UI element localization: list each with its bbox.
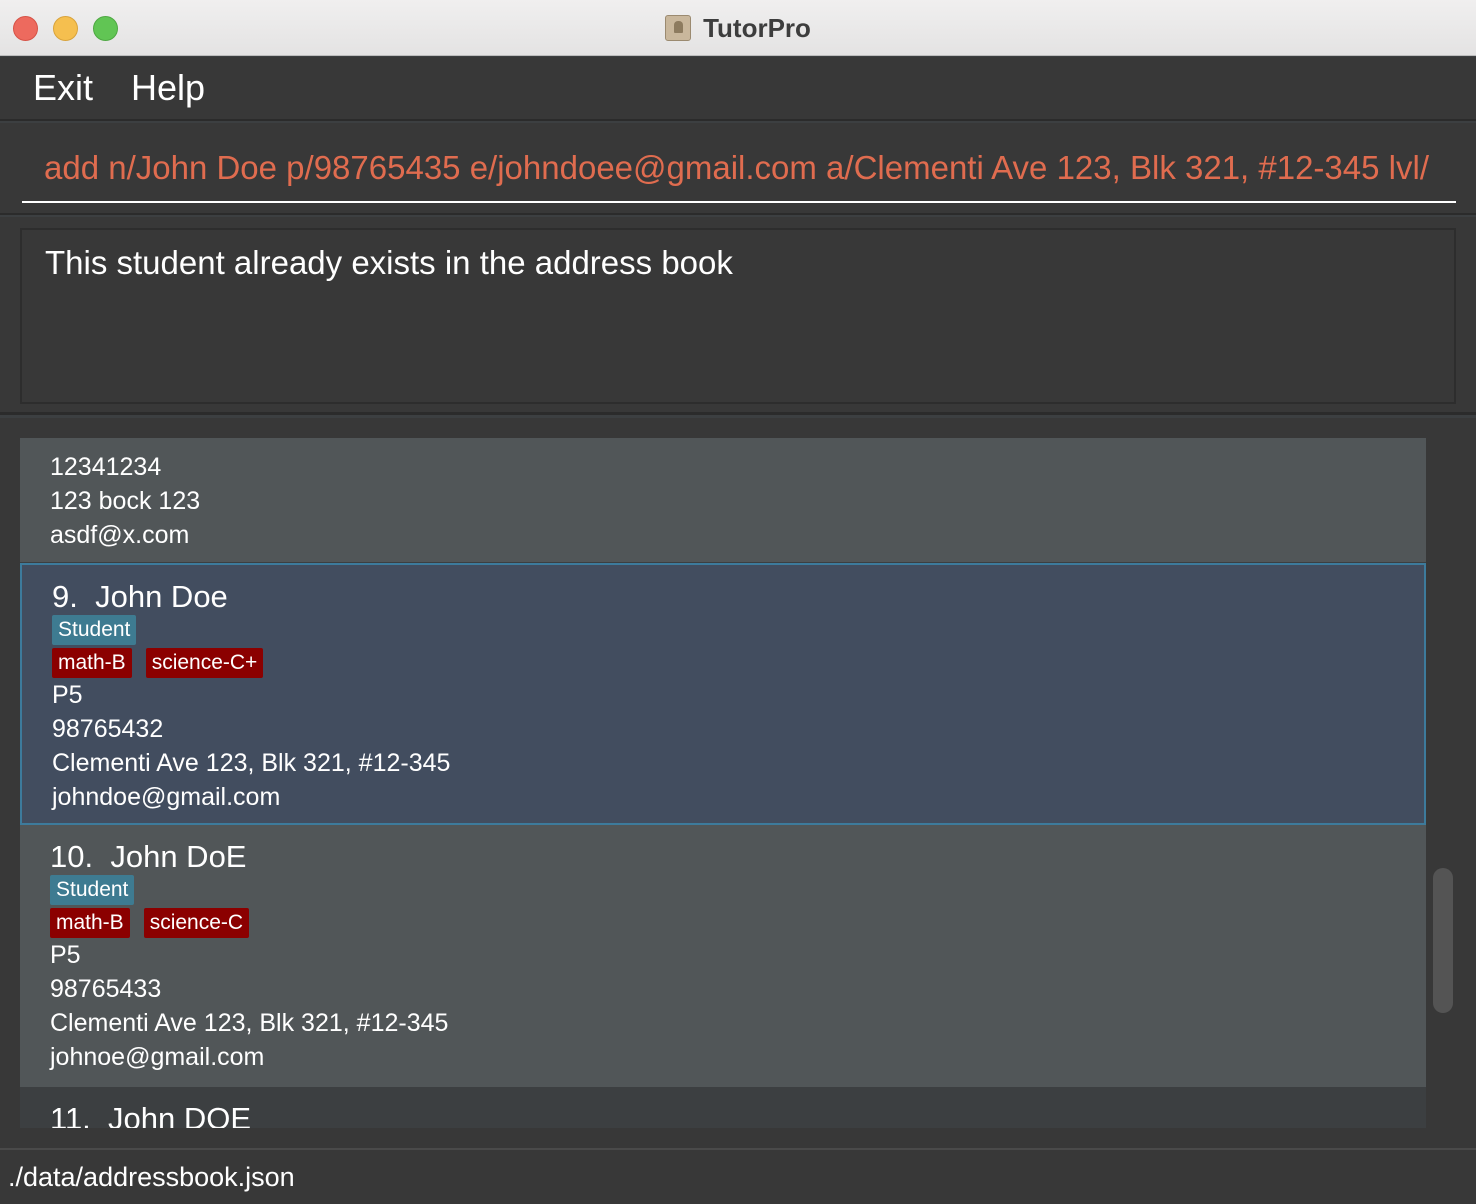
list-item-selected[interactable]: 9. John Doe Student math-B science-C+ P5…	[20, 563, 1426, 825]
student-phone: 98765432	[52, 715, 164, 743]
role-tags: Student	[52, 615, 137, 645]
student-level: P5	[52, 681, 83, 709]
student-email: johndoe@gmail.com	[52, 783, 281, 811]
subject-tags: math-B science-C+	[52, 648, 264, 678]
subject-tag: math-B	[50, 908, 130, 938]
role-tags: Student	[50, 875, 135, 905]
menu-exit[interactable]: Exit	[33, 67, 93, 109]
student-email: johnoe@gmail.com	[50, 1043, 265, 1071]
list-item[interactable]: P5 12341234 123 bock 123 asdf@x.com	[20, 438, 1426, 562]
window-title: TutorPro	[703, 12, 811, 43]
student-name-line: 9. John Doe	[52, 579, 228, 615]
contacts-app-icon	[665, 15, 692, 41]
menu-bar: Exit Help	[0, 57, 1476, 121]
title-bar: TutorPro	[0, 0, 1476, 56]
student-name: John DoE	[110, 839, 247, 874]
result-message: This student already exists in the addre…	[20, 228, 1456, 404]
result-display-area: This student already exists in the addre…	[0, 217, 1476, 415]
subject-tag: science-C	[143, 908, 250, 938]
student-list-panel: P5 12341234 123 bock 123 asdf@x.com 9. J…	[0, 418, 1476, 1148]
student-level: P5	[50, 438, 81, 445]
app-window: TutorPro Exit Help add n/John Doe p/9876…	[0, 0, 1476, 1204]
student-name: John Doe	[95, 579, 228, 614]
subject-tags: math-B science-C	[50, 908, 250, 938]
student-phone: 98765433	[50, 975, 162, 1003]
student-name-line: 11. John DOE	[50, 1101, 251, 1128]
student-address: 123 bock 123	[50, 487, 201, 515]
list-scrollbar[interactable]	[1430, 438, 1456, 1128]
student-index: 10.	[50, 839, 94, 874]
student-address: Clementi Ave 123, Blk 321, #12-345	[52, 749, 451, 777]
student-name-line: 10. John DoE	[50, 839, 246, 875]
student-name: John DOE	[108, 1101, 252, 1128]
list-item[interactable]: 10. John DoE Student math-B science-C P5…	[20, 825, 1426, 1087]
student-address: Clementi Ave 123, Blk 321, #12-345	[50, 1009, 449, 1037]
menu-help[interactable]: Help	[131, 67, 205, 109]
window-title-group: TutorPro	[0, 12, 1476, 44]
student-email: asdf@x.com	[50, 521, 190, 549]
command-box-area: add n/John Doe p/98765435 e/johndoee@gma…	[0, 123, 1476, 215]
command-input[interactable]: add n/John Doe p/98765435 e/johndoee@gma…	[22, 141, 1456, 203]
list-item[interactable]: 11. John DOE	[20, 1087, 1426, 1128]
subject-tag: math-B	[52, 648, 132, 678]
status-bar-file-path: ./data/addressbook.json	[0, 1148, 1476, 1204]
student-level: P5	[50, 941, 81, 969]
role-tag: Student	[52, 615, 137, 645]
student-list[interactable]: P5 12341234 123 bock 123 asdf@x.com 9. J…	[20, 438, 1426, 1128]
role-tag: Student	[50, 875, 135, 905]
list-scrollbar-thumb[interactable]	[1433, 868, 1453, 1013]
subject-tag: science-C+	[145, 648, 264, 678]
student-index: 11.	[50, 1101, 91, 1128]
student-index: 9.	[52, 579, 78, 614]
student-phone: 12341234	[50, 453, 162, 481]
